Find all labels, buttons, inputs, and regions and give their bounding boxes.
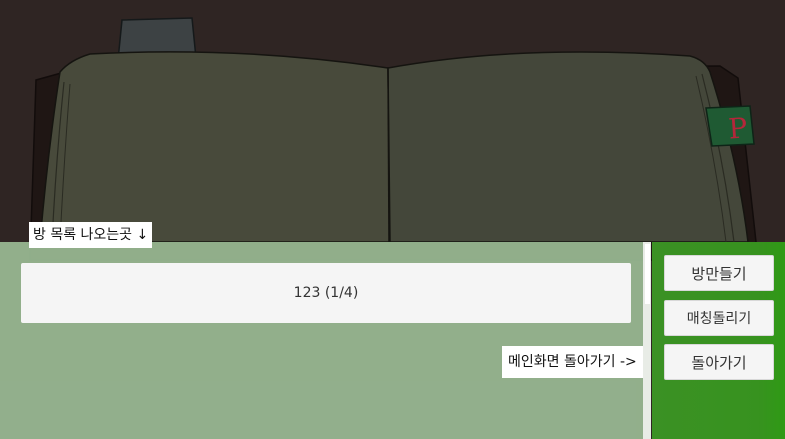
back-hint-label: 메인화면 돌아가기 ->	[502, 346, 643, 378]
room-list-label: 방 목록 나오는곳 ↓	[29, 222, 153, 248]
room-list-scroll-thumb[interactable]	[645, 244, 650, 304]
matching-button[interactable]: 매칭돌리기	[664, 300, 774, 336]
right-page	[387, 51, 749, 243]
room-list-item[interactable]: 123 (1/4)	[21, 263, 631, 323]
left-page	[39, 51, 391, 243]
book-tab-letter: P	[727, 111, 748, 145]
make-room-button[interactable]: 방만들기	[664, 255, 774, 291]
room-list-item-text: 123 (1/4)	[293, 285, 359, 301]
back-button[interactable]: 돌아가기	[664, 344, 774, 380]
game-screen: P 방 목록 나오는곳 ↓ 123 (1/4) 방만들기 매칭돌리기 돌아가기 …	[0, 0, 785, 439]
book-spine	[387, 67, 390, 243]
